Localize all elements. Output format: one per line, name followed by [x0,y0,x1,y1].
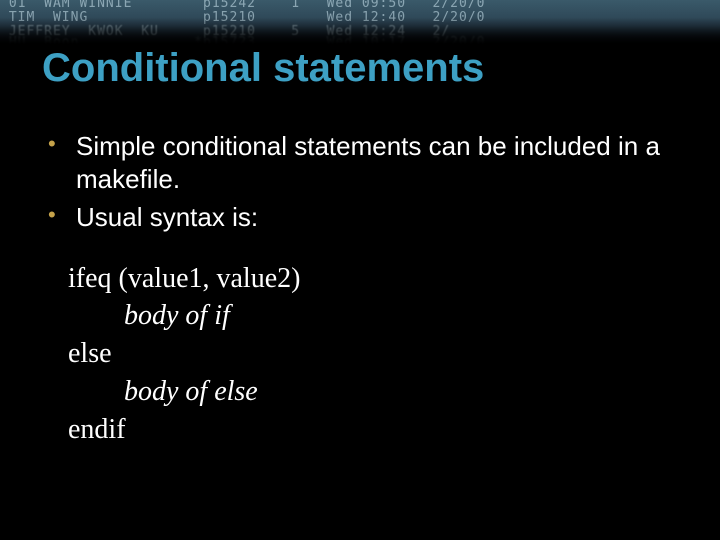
slide-title: Conditional statements [42,46,484,91]
bullet-list: Simple conditional statements can be inc… [42,130,672,234]
slide-body: Simple conditional statements can be inc… [42,130,672,448]
banner-text-r2: JEFFREY KWOK KU p15210 5 Wed 12:24 2/ [0,25,720,39]
code-line: body of else [68,373,672,411]
banner-text-r1: TIM WING p15210 Wed 12:40 2/20/0 [0,11,720,25]
banner: 01 WAM WINNIE p15242 1 Wed 09:50 2/20/0 … [0,0,720,44]
banner-text-r0: 01 WAM WINNIE p15242 1 Wed 09:50 2/20/0 [0,0,720,11]
code-line: ifeq (value1, value2) [68,260,672,298]
slide: 01 WAM WINNIE p15242 1 Wed 09:50 2/20/0 … [0,0,720,540]
bullet-item: Simple conditional statements can be inc… [42,130,672,195]
banner-text-r3: HU Boon *p15723 Wed 10:17 2/20/0 [0,36,720,44]
bullet-item: Usual syntax is: [42,201,672,234]
code-line: endif [68,411,672,449]
code-line: body of if [68,297,672,335]
code-line: else [68,335,672,373]
code-block: ifeq (value1, value2) body of if else bo… [68,260,672,449]
